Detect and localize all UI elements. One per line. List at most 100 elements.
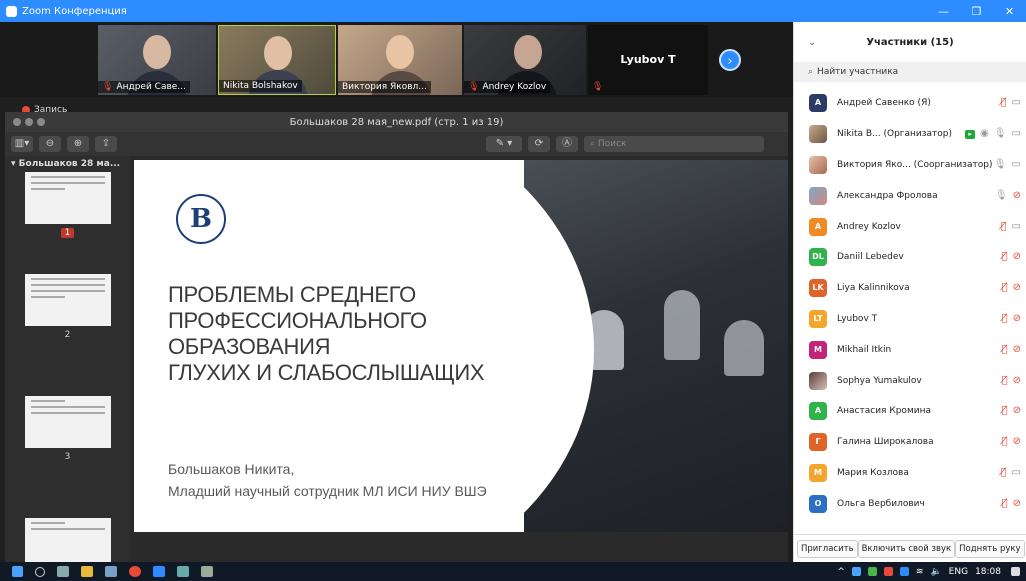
- thumb-line: [31, 290, 105, 292]
- tray-app-icon[interactable]: [867, 567, 877, 576]
- participant-name: Андрей Савенко (Я): [837, 98, 931, 109]
- camera-icon[interactable]: ▭: [1012, 467, 1021, 479]
- video-name: Виктория Яковл...: [342, 82, 427, 92]
- camera-off-icon[interactable]: ⊘: [1013, 251, 1021, 263]
- pen-app-icon[interactable]: [201, 566, 213, 577]
- participant-row[interactable]: Г Галина Широкалова 🎙̸ ⊘: [794, 427, 1026, 458]
- camera-icon[interactable]: ▭: [1012, 128, 1021, 140]
- mic-muted-icon[interactable]: 🎙̸: [1002, 405, 1008, 417]
- camera-off-icon[interactable]: ⊘: [1013, 313, 1021, 325]
- participant-row[interactable]: Виктория Яко... (Соорганизатор) 🎙 ▭: [794, 150, 1026, 181]
- camera-off-icon[interactable]: ⊘: [1013, 282, 1021, 294]
- video-name: Andrey Kozlov: [482, 82, 547, 92]
- task-view-icon[interactable]: [57, 566, 69, 577]
- mic-muted-icon[interactable]: 🎙̸: [1002, 498, 1008, 510]
- mic-muted-icon[interactable]: 🎙̸: [1002, 313, 1008, 325]
- participant-status-icons: 🎙 ⊘: [990, 190, 1021, 202]
- participant-row[interactable]: Sophya Yumakulov 🎙̸ ⊘: [794, 365, 1026, 396]
- camera-icon[interactable]: ▭: [1012, 221, 1021, 233]
- zoom-taskbar-icon[interactable]: [153, 566, 165, 577]
- language-indicator[interactable]: ENG: [949, 567, 968, 577]
- mic-muted-icon: 🎙: [592, 82, 604, 92]
- mic-muted-icon[interactable]: 🎙̸: [1002, 251, 1008, 263]
- presentation-slide: В ПРОБЛЕМЫ СРЕДНЕГО ПРОФЕССИОНАЛЬНОГО ОБ…: [134, 160, 788, 532]
- tray-app-icon[interactable]: [899, 567, 909, 576]
- participant-row[interactable]: LK Liya Kalinnikova 🎙̸ ⊘: [794, 273, 1026, 304]
- participant-row[interactable]: DL Daniil Lebedev 🎙̸ ⊘: [794, 242, 1026, 273]
- participant-row[interactable]: A Andrey Kozlov 🎙̸ ▭: [794, 211, 1026, 242]
- mic-muted-icon[interactable]: 🎙̸: [1001, 97, 1007, 109]
- participant-avatar: [809, 186, 827, 205]
- participant-row[interactable]: M Mikhail Itkin 🎙̸ ⊘: [794, 334, 1026, 365]
- tray-app-icon[interactable]: [851, 567, 861, 576]
- participants-footer: Пригласить Включить свой звук Поднять ру…: [794, 534, 1026, 562]
- camera-off-icon[interactable]: ⊘: [1013, 344, 1021, 356]
- invite-button[interactable]: Пригласить: [797, 539, 858, 558]
- slide-author: Большаков Никита, Младший научный сотруд…: [168, 458, 487, 502]
- chrome-icon[interactable]: [129, 566, 141, 577]
- mic-icon[interactable]: 🎙: [994, 128, 1007, 140]
- close-button[interactable]: ✕: [993, 5, 1026, 18]
- file-explorer-icon[interactable]: [81, 566, 93, 577]
- camera-icon[interactable]: ▭: [1012, 97, 1021, 109]
- start-windows-icon[interactable]: [12, 566, 23, 577]
- mic-muted-icon[interactable]: 🎙̸: [1002, 282, 1008, 294]
- volume-icon[interactable]: 🔈: [930, 567, 941, 577]
- video-tile[interactable]: Виктория Яковл...: [338, 25, 462, 95]
- mic-icon[interactable]: 🎙: [995, 190, 1008, 202]
- network-icon[interactable]: ≋: [916, 567, 924, 577]
- participant-avatar: LK: [809, 279, 827, 298]
- clock[interactable]: 18:08: [975, 567, 1001, 577]
- participant-row[interactable]: А Андрей Савенко (Я) 🎙̸ ▭: [794, 88, 1026, 119]
- participant-row[interactable]: О Ольга Вербилович 🎙̸ ⊘: [794, 488, 1026, 519]
- video-tile[interactable]: 🎙 Andrey Kozlov: [464, 25, 586, 95]
- notifications-icon[interactable]: [1011, 567, 1020, 576]
- mic-muted-icon[interactable]: 🎙̸: [1002, 344, 1008, 356]
- share-icon: ⇪: [95, 136, 117, 152]
- participant-status-icons: 🎙̸ ⊘: [997, 405, 1021, 417]
- participant-row[interactable]: Nikita B... (Организатор) ▸ ◉ 🎙 ▭: [794, 119, 1026, 150]
- raise-hand-button[interactable]: Поднять руку: [955, 539, 1025, 558]
- collapse-chevron-icon[interactable]: ⌄: [808, 37, 816, 48]
- search-icon[interactable]: [35, 566, 45, 577]
- page-thumbnail: [25, 274, 111, 326]
- maximize-button[interactable]: ❐: [960, 5, 993, 18]
- participant-row[interactable]: LT Lyubov T 🎙̸ ⊘: [794, 304, 1026, 335]
- camera-off-icon[interactable]: ⊘: [1013, 436, 1021, 448]
- video-tile-active-speaker[interactable]: Nikita Bolshakov: [218, 25, 336, 95]
- unmute-button[interactable]: Включить свой звук: [857, 539, 956, 558]
- video-label: 🎙 Андрей Саве...: [98, 81, 190, 93]
- participant-row[interactable]: А Анастасия Кромина 🎙̸ ⊘: [794, 396, 1026, 427]
- annotate-icon: Ⓐ: [556, 136, 578, 152]
- camera-off-icon[interactable]: ⊘: [1013, 405, 1021, 417]
- page-thumbnail: [25, 518, 111, 562]
- mic-muted-icon[interactable]: 🎙̸: [1001, 467, 1007, 479]
- participant-name: Анастасия Кромина: [837, 406, 931, 417]
- video-tile[interactable]: 🎙 Андрей Саве...: [98, 25, 216, 95]
- shared-screen-pdf-viewer: Большаков 28 мая_new.pdf (стр. 1 из 19) …: [5, 112, 788, 562]
- participant-search-input[interactable]: ⌕ Найти участника: [794, 62, 1026, 82]
- sidebar-toggle-icon: ▥▾: [11, 136, 33, 152]
- mic-muted-icon[interactable]: 🎙̸: [1002, 436, 1008, 448]
- tray-app-icon[interactable]: [883, 567, 893, 576]
- video-tile-no-video[interactable]: Lyubov T 🎙: [588, 25, 708, 95]
- camera-off-icon[interactable]: ⊘: [1013, 498, 1021, 510]
- mic-muted-icon[interactable]: 🎙̸: [1002, 375, 1008, 387]
- mic-icon[interactable]: 🎙: [994, 159, 1007, 171]
- camera-icon[interactable]: ▭: [1012, 159, 1021, 171]
- next-videos-arrow-icon[interactable]: ›: [719, 49, 741, 71]
- participant-row[interactable]: М Мария Козлова 🎙̸ ▭: [794, 458, 1026, 489]
- mic-muted-icon[interactable]: 🎙̸: [1001, 221, 1007, 233]
- tray-chevron-icon[interactable]: ^: [837, 567, 845, 577]
- participants-list: А Андрей Савенко (Я) 🎙̸ ▭ Nikita B... (Орган…: [794, 88, 1026, 519]
- store-icon[interactable]: [105, 566, 117, 577]
- app-icon[interactable]: [177, 566, 189, 577]
- minimize-button[interactable]: —: [927, 5, 960, 18]
- slide-title-line: ГЛУХИХ И СЛАБОСЛЫШАЩИХ: [168, 360, 485, 385]
- participant-name: Andrey Kozlov: [837, 221, 901, 232]
- camera-off-icon[interactable]: ⊘: [1013, 190, 1021, 202]
- participant-name: Lyubov T: [837, 313, 878, 324]
- participant-row[interactable]: Александра Фролова 🎙 ⊘: [794, 180, 1026, 211]
- zoom-app-icon: [6, 5, 17, 17]
- camera-off-icon[interactable]: ⊘: [1013, 375, 1021, 387]
